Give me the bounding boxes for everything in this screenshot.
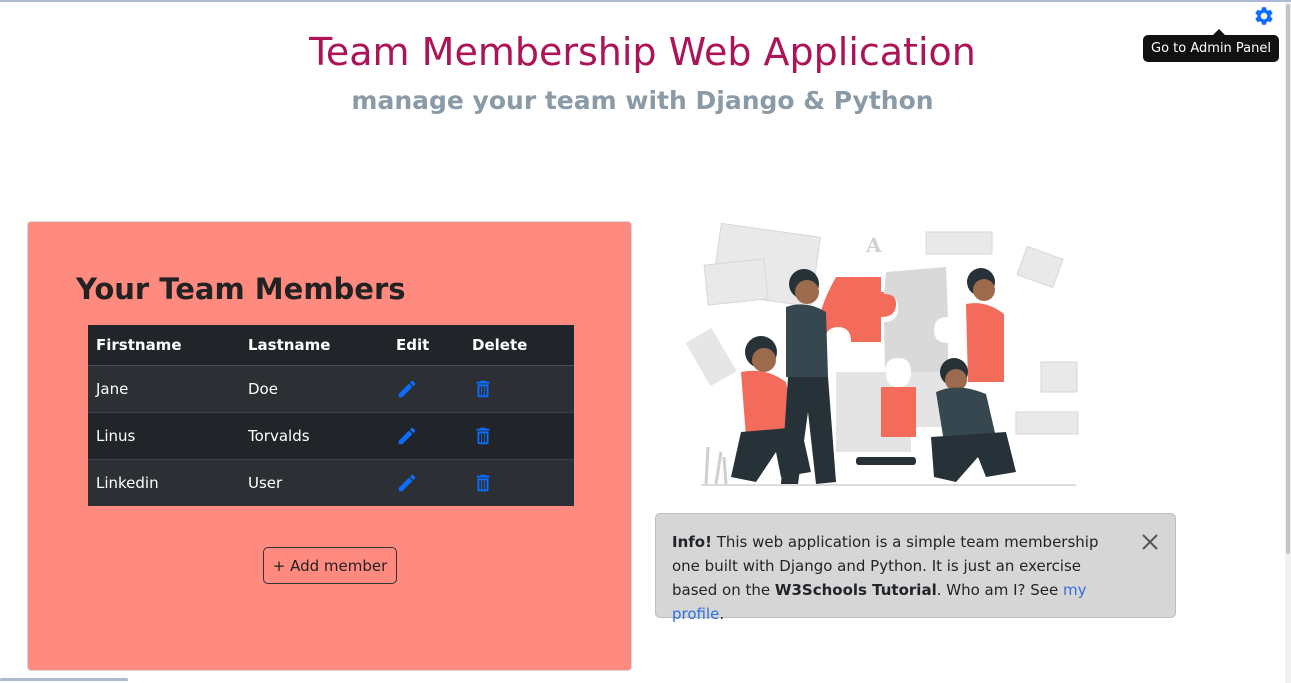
- edit-cell: [388, 412, 464, 460]
- member-firstname: Linus: [88, 412, 240, 460]
- edit-pencil-icon[interactable]: [396, 425, 418, 447]
- info-alert: Info! This web application is a simple t…: [655, 513, 1176, 623]
- member-firstname: Jane: [88, 365, 240, 413]
- members-table-header: Firstname Lastname Edit Delete: [88, 325, 574, 366]
- info-text-3: .: [719, 605, 725, 623]
- column-header-firstname: Firstname: [88, 325, 240, 366]
- edit-cell: [388, 459, 464, 506]
- member-lastname: Doe: [240, 365, 388, 413]
- page-subtitle: manage your team with Django & Python: [351, 86, 934, 115]
- scrollbar-thumb[interactable]: [1286, 4, 1290, 554]
- table-row: Linus Torvalds: [88, 412, 574, 460]
- info-label: Info!: [672, 533, 712, 551]
- delete-trash-icon[interactable]: [472, 472, 494, 494]
- close-icon[interactable]: [1141, 533, 1159, 551]
- admin-settings-gear-icon[interactable]: [1253, 5, 1275, 27]
- members-table: Firstname Lastname Edit Delete Jane Doe …: [88, 325, 574, 506]
- table-row: Jane Doe: [88, 365, 574, 413]
- add-member-button[interactable]: + Add member: [263, 547, 397, 584]
- column-header-lastname: Lastname: [240, 325, 388, 366]
- team-members-card: Your Team Members Firstname Lastname Edi…: [27, 221, 632, 671]
- column-header-edit: Edit: [388, 325, 464, 366]
- edit-cell: [388, 365, 464, 413]
- member-firstname: Linkedin: [88, 459, 240, 506]
- delete-trash-icon[interactable]: [472, 425, 494, 447]
- page-scrollbar[interactable]: [1285, 2, 1291, 683]
- page-title: Team Membership Web Application: [309, 30, 976, 74]
- delete-cell: [464, 365, 574, 413]
- delete-trash-icon[interactable]: [472, 378, 494, 400]
- team-members-heading: Your Team Members: [76, 272, 406, 306]
- column-header-delete: Delete: [464, 325, 574, 366]
- table-row: Linkedin User: [88, 459, 574, 506]
- delete-cell: [464, 459, 574, 506]
- delete-cell: [464, 412, 574, 460]
- svg-text:A: A: [865, 233, 882, 257]
- edit-pencil-icon[interactable]: [396, 472, 418, 494]
- member-lastname: User: [240, 459, 388, 506]
- edit-pencil-icon[interactable]: [396, 378, 418, 400]
- tutorial-name: W3Schools Tutorial: [774, 581, 937, 599]
- team-puzzle-illustration: A: [686, 222, 1079, 486]
- info-text-2: . Who am I? See: [936, 581, 1059, 599]
- member-lastname: Torvalds: [240, 412, 388, 460]
